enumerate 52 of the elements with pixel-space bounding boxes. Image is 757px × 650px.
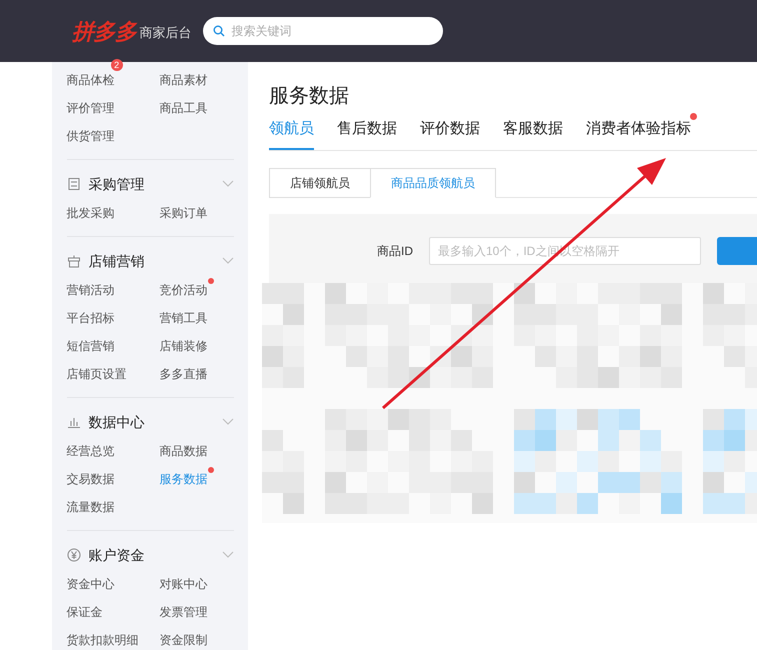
chevron-icon[interactable]	[222, 551, 234, 559]
menu-item[interactable]: 商品数据	[160, 442, 208, 460]
search-icon	[213, 25, 226, 37]
menu-item[interactable]: 多多直播	[160, 365, 208, 383]
menu-item[interactable]: 店铺页设置	[66, 365, 127, 383]
field-label: 商品ID	[377, 242, 413, 260]
gift-icon	[66, 254, 81, 268]
section-title[interactable]: 数据中心	[88, 412, 214, 432]
menu-item[interactable]: 供货管理	[66, 127, 115, 145]
tab[interactable]: 客服数据	[503, 118, 563, 150]
menu-item[interactable]: 营销活动	[66, 281, 115, 299]
menu-item[interactable]: 商品体检	[66, 71, 115, 89]
bar-chart-icon	[66, 415, 81, 429]
logo: 拼多多	[72, 18, 136, 46]
menu-item[interactable]: 保证金	[66, 603, 103, 621]
section-title[interactable]: 采购管理	[88, 174, 214, 194]
list-icon	[66, 177, 81, 191]
menu-item[interactable]: 商品工具	[160, 99, 208, 117]
menu-item[interactable]: 营销工具	[160, 309, 208, 327]
tab[interactable]: 评价数据	[420, 118, 480, 150]
chevron-icon[interactable]	[222, 257, 234, 265]
section-title[interactable]: 店铺营销	[88, 250, 214, 272]
menu-item[interactable]: 货款扣款明细	[66, 631, 139, 649]
page-title: 服务数据	[269, 84, 350, 109]
yen-icon	[66, 548, 81, 562]
tab[interactable]: 消费者体验指标	[586, 118, 691, 150]
menu-item[interactable]: 竞价活动	[160, 281, 208, 299]
menu-item[interactable]: 批发采购	[66, 204, 115, 222]
chevron-icon[interactable]	[222, 180, 234, 188]
search-field[interactable]: 搜索关键词	[203, 17, 444, 45]
menu-item[interactable]: 商品素材	[160, 71, 208, 89]
tab[interactable]: 领航员	[269, 118, 314, 150]
menu-item[interactable]: 对账中心	[160, 575, 208, 593]
query-button[interactable]	[717, 236, 757, 264]
menu-item[interactable]: 发票管理	[160, 603, 208, 621]
menu-item[interactable]: 交易数据	[66, 470, 115, 488]
sub-tab[interactable]: 店铺领航员	[269, 168, 371, 198]
chevron-icon[interactable]	[222, 418, 234, 426]
count-badge: 2	[110, 59, 123, 71]
menu-item[interactable]: 采购订单	[160, 204, 208, 222]
menu-item[interactable]: 评价管理	[66, 99, 115, 117]
section-title[interactable]: 账户资金	[88, 544, 214, 566]
menu-item[interactable]: 平台招标	[66, 309, 115, 327]
sub-tab[interactable]: 商品品质领航员	[370, 168, 496, 198]
menu-item[interactable]: 资金限制	[160, 631, 208, 649]
logo-subtitle: 商家后台	[139, 24, 192, 42]
menu-item[interactable]: 资金中心	[66, 575, 115, 593]
menu-item[interactable]: 短信营销	[66, 337, 115, 355]
menu-item[interactable]: 店铺装修	[160, 337, 208, 355]
menu-item[interactable]: 流量数据	[66, 498, 115, 516]
menu-item[interactable]: 经营总览	[66, 442, 115, 460]
tab[interactable]: 售后数据	[337, 118, 397, 150]
